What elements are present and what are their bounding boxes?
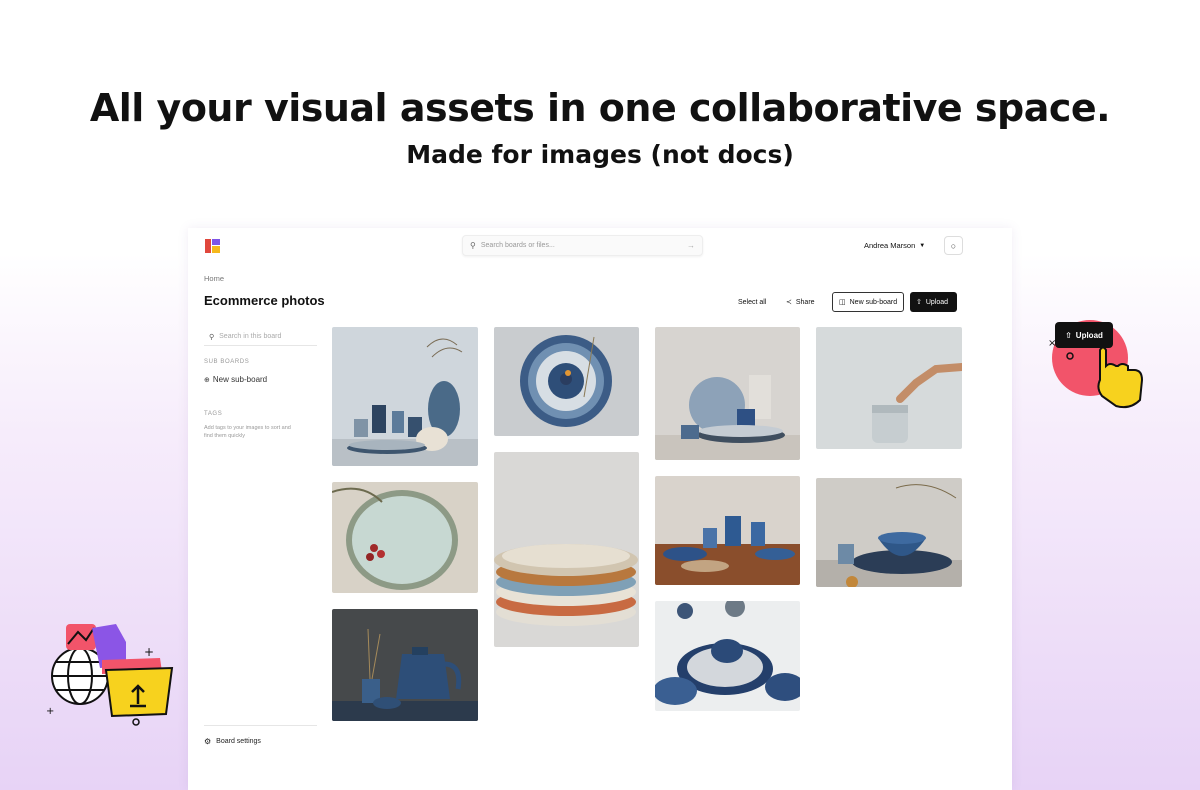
chevron-down-icon: ▼ <box>919 242 926 249</box>
gear-icon: ⚙ <box>204 737 212 746</box>
new-sub-board-button[interactable]: ◫ New sub-board <box>832 292 905 312</box>
svg-text:+: + <box>46 706 54 717</box>
image-tile[interactable] <box>332 327 478 466</box>
new-board-icon: ◫ <box>839 299 846 306</box>
breadcrumb[interactable]: Home <box>204 274 224 283</box>
page-title: Ecommerce photos <box>204 293 325 308</box>
share-label: Share <box>795 298 815 306</box>
image-tile[interactable] <box>494 452 639 647</box>
app-window: ⚲ Search boards or files... → Andrea Mar… <box>188 228 1012 790</box>
folder-upload-icon: + + <box>46 624 174 726</box>
user-menu[interactable]: Andrea Marson ▼ <box>864 241 925 250</box>
board-search-placeholder: Search in this board <box>219 333 282 340</box>
upload-callout-label: Upload <box>1075 330 1103 340</box>
image-tile[interactable] <box>655 601 800 711</box>
select-all-button[interactable]: Select all <box>732 292 772 312</box>
global-search-placeholder: Search boards or files... <box>480 242 555 249</box>
select-all-label: Select all <box>738 298 767 306</box>
image-tile[interactable] <box>816 478 962 587</box>
share-icon: ≺ <box>786 299 792 306</box>
search-icon: ⚲ <box>470 241 476 250</box>
upload-icon: ⇧ <box>1065 330 1072 340</box>
sidebar-new-sub-board[interactable]: ⊕ New sub-board <box>204 375 267 384</box>
arrow-right-icon: → <box>687 241 695 250</box>
sidebar-new-sub-board-label: New sub-board <box>212 375 268 384</box>
board-settings-button[interactable]: ⚙ Board settings <box>204 737 261 746</box>
upload-button[interactable]: ⇧ Upload <box>910 292 957 312</box>
global-search-input[interactable]: ⚲ Search boards or files... → <box>462 235 703 256</box>
svg-text:+: + <box>144 645 154 659</box>
upload-callout: ⇧ Upload <box>1055 322 1113 348</box>
new-sub-board-label: New sub-board <box>849 298 898 306</box>
image-tile[interactable] <box>332 482 478 593</box>
user-name: Andrea Marson <box>864 241 916 250</box>
board-settings-label: Board settings <box>216 738 261 745</box>
share-button[interactable]: ≺ Share <box>780 292 821 312</box>
image-tile[interactable] <box>494 327 639 436</box>
image-tile[interactable] <box>816 327 962 449</box>
image-tile[interactable] <box>655 327 800 460</box>
tags-help-text: Add tags to your images to sort and find… <box>204 425 291 439</box>
logo-icon[interactable] <box>205 239 220 253</box>
plus-circle-icon: ⊕ <box>204 376 210 384</box>
image-tile[interactable] <box>332 609 478 721</box>
image-tile[interactable] <box>655 476 800 585</box>
board-search-input[interactable]: ⚲ Search in this board <box>204 328 317 346</box>
tags-heading: TAGS <box>204 411 223 417</box>
hero-title: All your visual assets in one collaborat… <box>89 86 1111 130</box>
upload-icon: ⇧ <box>916 299 922 306</box>
sub-boards-heading: SUB BOARDS <box>204 359 250 365</box>
upload-label: Upload <box>925 298 949 306</box>
hero-subtitle: Made for images (not docs) <box>406 140 794 169</box>
sidebar-divider <box>204 725 317 726</box>
search-icon: ⚲ <box>209 333 215 341</box>
bell-icon[interactable]: ○ <box>944 236 963 255</box>
